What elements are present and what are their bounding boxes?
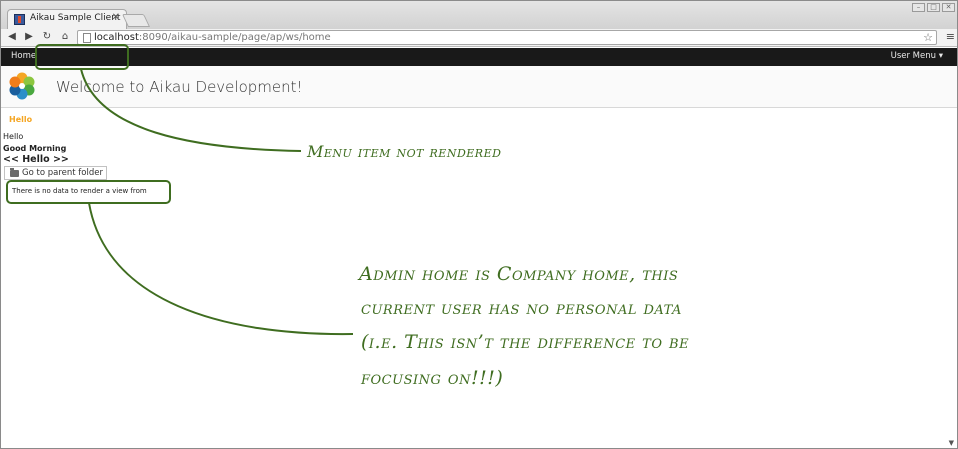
scroll-down-icon[interactable]: ▼	[949, 439, 954, 447]
annotation-admin-note-line1: Admin home is Company home, this	[359, 263, 679, 285]
annotation-menu-item-note: Menu item not rendered	[307, 142, 502, 161]
annotation-admin-note-line3: (i.e. This isn’t the difference to be	[361, 331, 690, 353]
annotation-box-nodata	[6, 180, 171, 204]
annotation-admin-note-line2: current user has no personal data	[361, 297, 682, 319]
annotation-arrow-menu	[80, 68, 302, 152]
annotation-arrow-nodata	[88, 202, 354, 336]
annotation-admin-note-line4: focusing on!!!)	[361, 367, 504, 389]
annotation-box-menu	[35, 44, 129, 70]
browser-window: Aikau Sample Client ✕ – □ ✕ ◀ ▶ ↻ ⌂ loca…	[0, 0, 958, 449]
